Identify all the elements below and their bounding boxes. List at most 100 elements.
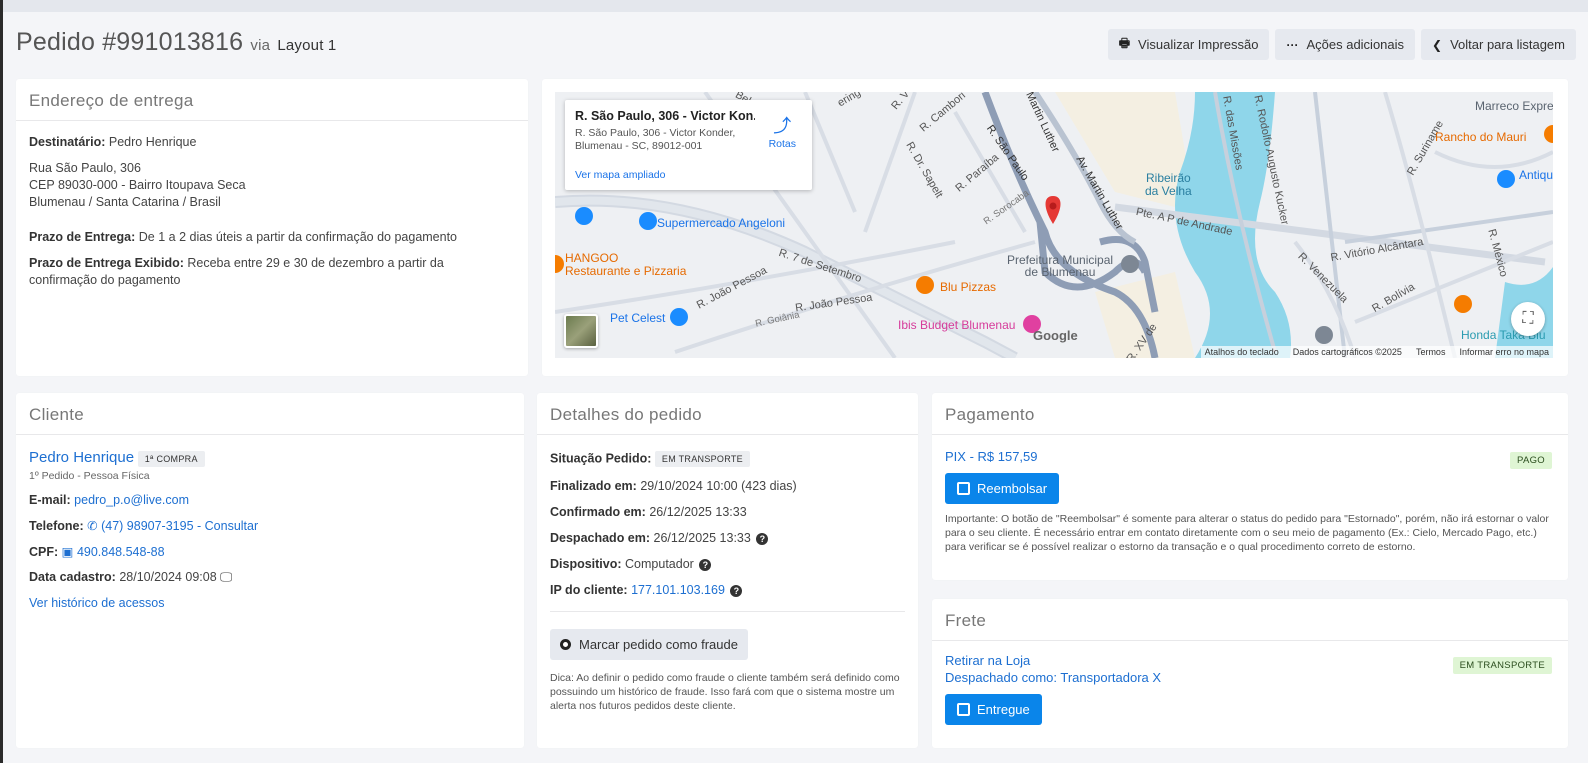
refund-label: Reembolsar [977, 481, 1048, 496]
order-details-card: Detalhes do pedido Situação Pedido: EM T… [537, 393, 918, 748]
finalized-label: Finalizado em: [550, 479, 637, 493]
whatsapp-icon: ✆ [87, 518, 98, 533]
cpf-label: CPF: [29, 544, 59, 559]
help-icon[interactable]: ? [756, 532, 769, 545]
client-name-link[interactable]: Pedro Henrique [29, 449, 134, 466]
additional-actions-button[interactable]: ··· Ações adicionais [1275, 29, 1416, 60]
order-status-row: Situação Pedido: EM TRANSPORTE [550, 451, 905, 467]
print-preview-button[interactable]: 🖶 Visualizar Impressão [1107, 29, 1270, 60]
payment-card: Pagamento PIX - R$ 157,59 PAGO Reembolsa… [932, 393, 1568, 580]
cpf-link[interactable]: 490.848.548-88 [77, 545, 165, 559]
client-subtitle: 1º Pedido - Pessoa Física [29, 469, 150, 482]
back-to-list-label: Voltar para listagem [1450, 37, 1565, 52]
map-place-rancho[interactable]: Rancho do Mauri [1435, 130, 1526, 144]
view-larger-map-link[interactable]: Ver mapa ampliado [575, 169, 665, 181]
delivered-button[interactable]: Entregue [945, 694, 1042, 725]
external-icon [957, 482, 970, 495]
additional-actions-label: Ações adicionais [1306, 37, 1405, 52]
mark-fraud-label: Marcar pedido como fraude [579, 637, 738, 652]
map-place-hangoo-line1: HANGOO [565, 251, 619, 265]
finalized-value: 29/10/2024 10:00 (423 dias) [640, 479, 797, 493]
map-place-marreco[interactable]: Marreco Express [1475, 99, 1553, 113]
id-card-icon: ▣ [61, 544, 74, 559]
recipient-value: Pedro Henrique [108, 135, 197, 149]
dispatched-row: Despachado em: 26/12/2025 13:33 ? [550, 531, 905, 545]
payment-status-badge: PAGO [1510, 452, 1552, 469]
order-details-title: Detalhes do pedido [537, 393, 918, 435]
confirmed-row: Confirmado em: 26/12/2025 13:33 [550, 505, 905, 519]
desktop-icon: 🖵 [220, 569, 233, 584]
map-place-hangoo-line2: Restaurante e Pizzaria [565, 264, 687, 278]
map-place-blu-pizzas[interactable]: Blu Pizzas [940, 280, 996, 294]
delivery-address-card: Endereço de entrega Destinatário: Pedro … [16, 79, 528, 376]
delivery-deadline-label: Prazo de Entrega: [29, 230, 136, 244]
print-preview-label: Visualizar Impressão [1138, 37, 1259, 52]
map-place-prefeitura[interactable]: Prefeitura Municipal de Blumenau [1007, 254, 1113, 278]
page-title: Pedido #991013816 via Layout 1 [16, 28, 336, 57]
email-label: E-mail: [29, 492, 71, 507]
displayed-deadline: Prazo de Entrega Exibido: Receba entre 2… [29, 255, 515, 289]
map-label-ribeirao-line2: da Velha [1145, 184, 1192, 198]
payment-method-link[interactable]: PIX - R$ 157,59 [945, 449, 1555, 464]
directions-button[interactable]: ⤴ Rotas [769, 112, 796, 150]
shipping-status-badge: EM TRANSPORTE [1452, 657, 1552, 674]
layout-name: Layout 1 [277, 37, 337, 54]
header-actions: 🖶 Visualizar Impressão ··· Ações adicion… [1107, 29, 1576, 60]
finalized-row: Finalizado em: 29/10/2024 10:00 (423 dia… [550, 479, 905, 493]
map-place-ibis[interactable]: Ibis Budget Blumenau [898, 318, 1015, 332]
report-error-link[interactable]: Informar erro no mapa [1459, 347, 1549, 357]
client-ip-link[interactable]: 177.101.103.169 [631, 583, 725, 597]
confirmed-value: 26/12/2025 13:33 [649, 505, 747, 519]
client-cpf-row: CPF: ▣ 490.848.548-88 [29, 544, 511, 559]
map-popup-address: R. São Paulo, 306 - Victor Konder, Blume… [575, 127, 736, 152]
order-status-label: Situação Pedido: [550, 451, 652, 466]
confirmed-label: Confirmado em: [550, 505, 646, 519]
address-line-3: Blumenau / Santa Catarina / Brasil [29, 195, 221, 209]
top-strip [0, 0, 1588, 12]
order-status-badge: EM TRANSPORTE [654, 451, 750, 467]
mark-fraud-button[interactable]: Marcar pedido como fraude [550, 629, 748, 660]
refund-button[interactable]: Reembolsar [945, 473, 1060, 504]
displayed-deadline-label: Prazo de Entrega Exibido: [29, 256, 184, 270]
delivery-address-title: Endereço de entrega [16, 79, 528, 121]
client-ip-label: IP do cliente: [550, 583, 628, 597]
terms-link[interactable]: Termos [1416, 347, 1446, 357]
help-icon[interactable]: ? [730, 584, 743, 597]
printer-icon: 🖶 [1118, 36, 1131, 50]
shipping-card: Frete Retirar na Loja Despachado como: T… [932, 599, 1568, 748]
recipient: Destinatário: Pedro Henrique [29, 134, 515, 151]
external-icon [957, 703, 970, 716]
map-place-prefeitura-line2: de Blumenau [1024, 265, 1096, 279]
divider [550, 611, 905, 612]
map-place-angeloni[interactable]: Supermercado Angeloni [657, 216, 785, 230]
radio-icon [560, 639, 571, 650]
satellite-toggle[interactable] [564, 314, 598, 348]
keyboard-shortcuts-link[interactable]: Atalhos do teclado [1205, 347, 1279, 357]
map[interactable]: Supermercado Angeloni HANGOO Restaurante … [555, 92, 1553, 358]
device-label: Dispositivo: [550, 557, 622, 571]
directions-label: Rotas [768, 138, 796, 150]
phone-link[interactable]: (47) 98907-3195 - Consultar [101, 519, 258, 533]
map-data-attribution: Dados cartográficos ©2025 [1292, 347, 1402, 357]
help-icon[interactable]: ? [699, 558, 712, 571]
order-number: Pedido #991013816 [16, 28, 244, 56]
chevron-left-icon: ❮ [1432, 37, 1443, 52]
device-row: Dispositivo: Computador ? [550, 557, 905, 571]
dispatched-value: 26/12/2025 13:33 [653, 531, 751, 545]
fullscreen-icon[interactable]: ⛶ [1511, 302, 1545, 336]
address-line-1: Rua São Paulo, 306 [29, 161, 141, 175]
client-register-date-row: Data cadastro: 28/10/2024 09:08 🖵 [29, 570, 511, 585]
map-label-ribeirao-line1: Ribeirão [1146, 171, 1191, 185]
access-history-link[interactable]: Ver histórico de acessos [29, 596, 511, 610]
email-link[interactable]: pedro_p.o@live.com [74, 493, 189, 507]
client-ip-row: IP do cliente: 177.101.103.169 ? [550, 583, 905, 597]
phone-label: Telefone: [29, 518, 84, 533]
client-phone-row: Telefone: ✆ (47) 98907-3195 - Consultar [29, 518, 511, 533]
delivered-label: Entregue [977, 702, 1030, 717]
back-to-list-button[interactable]: ❮ Voltar para listagem [1421, 29, 1576, 60]
map-place-antiq[interactable]: Antiqu de Blu [1519, 168, 1553, 182]
directions-icon: ⤴ [773, 116, 792, 136]
map-place-pet-celest[interactable]: Pet Celest [610, 311, 665, 325]
map-place-hangoo[interactable]: HANGOO Restaurante e Pizzaria [565, 252, 686, 278]
recipient-label: Destinatário: [29, 135, 106, 149]
